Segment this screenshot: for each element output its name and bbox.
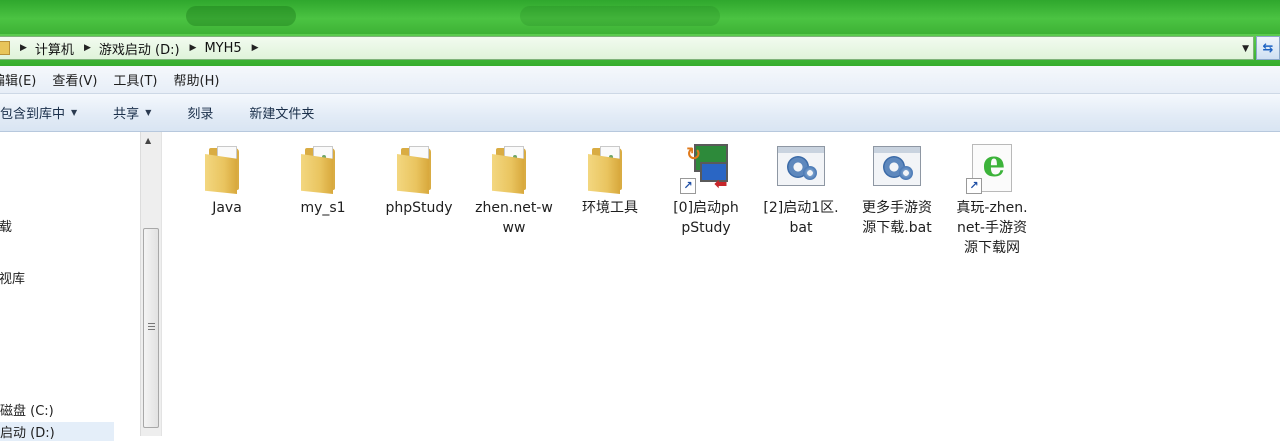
folder-icon [488,142,540,194]
folder-icon [0,41,10,55]
new-folder-button[interactable]: 新建文件夹 [249,103,314,122]
file-label: phpStudy [385,200,453,216]
file-item-start-zone1-bat[interactable]: [2]启动1区.bat [753,142,849,238]
nav-item-drive-d[interactable]: 游戏启动 (D:) [0,422,114,441]
scroll-up-icon[interactable]: ▲ [145,136,151,145]
chevron-down-icon: ▼ [71,108,78,117]
title-glow [520,6,720,26]
menu-view[interactable]: 查看(V) [46,70,103,89]
file-item-phpstudy[interactable]: phpStudy [371,142,467,218]
file-label: Java [212,200,242,216]
window-title-bar [0,0,1280,34]
file-item-java[interactable]: Java [179,142,275,218]
internet-shortcut-icon: e ↗ [966,142,1018,194]
command-bar: 包含到库中 ▼ 共享 ▼ 刻录 新建文件夹 [0,94,1280,132]
title-glow [186,6,296,26]
file-label: zhen.net-www [475,200,553,236]
menu-edit[interactable]: 编辑(E) [0,70,42,89]
nav-item-drive-c[interactable]: 本地磁盘 (C:) [0,400,54,419]
file-item-more-resources-bat[interactable]: 更多手游资源下载.bat [849,142,945,238]
chevron-right-icon[interactable]: ▶ [84,43,91,53]
breadcrumb-label: 游戏启动 (D:) [98,42,180,58]
chevron-right-icon[interactable]: ▶ [252,43,259,53]
menu-tools[interactable]: 工具(T) [107,70,163,89]
chevron-right-icon[interactable]: ▶ [20,43,27,53]
folder-icon [297,142,349,194]
nav-item-label: 本地磁盘 (C:) [0,404,54,419]
breadcrumb-drive-d[interactable]: ▶ 游戏启动 (D:) [74,39,180,58]
breadcrumb-computer[interactable]: ▶ 计算机 [16,39,74,58]
folder-icon [584,142,636,194]
folder-icon [201,142,253,194]
scroll-thumb[interactable] [143,228,159,428]
file-item-zhen-net-url[interactable]: e ↗ 真玩-zhen.net-手游资源下载网 [944,142,1040,258]
batch-file-icon [775,142,827,194]
file-item-start-phpstudy[interactable]: ↻ ⬅ ↗ [0]启动phpStudy [658,142,754,238]
include-in-library-label: 包含到库中 [0,107,66,122]
grip-line [148,329,155,330]
share-button[interactable]: 共享 ▼ [113,103,151,122]
file-item-my-s1[interactable]: my_s1 [275,142,371,218]
file-label: 更多手游资源下载.bat [862,200,932,236]
file-label: 真玩-zhen.net-手游资源下载网 [956,200,1028,256]
breadcrumb-label: 计算机 [34,42,74,58]
batch-file-icon [871,142,923,194]
chevron-right-icon[interactable]: ▶ [190,43,197,53]
address-bar[interactable]: ▶ 计算机 ▶ 游戏启动 (D:) ▶ MYH5 ▶ ▼ [0,36,1254,60]
refresh-icon: ⇆ [1262,40,1274,56]
grip-line [148,326,155,327]
chevron-down-icon: ▼ [145,108,152,117]
nav-item-label: 游戏启动 (D:) [0,426,55,441]
file-label: my_s1 [300,200,346,216]
breadcrumb-myh5[interactable]: ▶ MYH5 ▶ [180,41,267,56]
file-label: 环境工具 [582,200,638,216]
folder-icon [393,142,445,194]
shortcut-arrow-icon: ↗ [680,178,696,194]
burn-label: 刻录 [187,107,214,122]
phpstudy-shortcut-icon: ↻ ⬅ ↗ [680,142,732,194]
menu-bar: 编辑(E) 查看(V) 工具(T) 帮助(H) [0,66,1280,94]
menu-help[interactable]: 帮助(H) [168,70,226,89]
shortcut-arrow-icon: ↗ [966,178,982,194]
address-dropdown-icon[interactable]: ▼ [1242,44,1249,54]
include-in-library-button[interactable]: 包含到库中 ▼ [0,103,77,122]
navigation-pane: 下载 影视库 本地磁盘 (C:) 游戏启动 (D:) [0,132,140,441]
nav-item-downloads[interactable]: 下载 [0,216,12,235]
file-item-zhen-net-www[interactable]: zhen.net-www [466,142,562,238]
file-item-env-tools[interactable]: 环境工具 [562,142,658,218]
refresh-button[interactable]: ⇆ [1256,36,1280,60]
file-list: Java my_s1 phpStudy zhen.net-www 环境工具 ↻ ⬅… [162,132,1280,436]
share-label: 共享 [113,107,140,122]
file-label: [2]启动1区.bat [763,200,839,236]
burn-button[interactable]: 刻录 [187,103,213,122]
address-bar-area: ▶ 计算机 ▶ 游戏启动 (D:) ▶ MYH5 ▶ ▼ [0,34,1280,66]
new-folder-label: 新建文件夹 [249,107,315,122]
nav-item-video-library[interactable]: 影视库 [0,268,25,287]
nav-item-label: 影视库 [0,272,26,287]
nav-item-label: 下载 [0,220,13,235]
nav-scrollbar[interactable]: ▲ [140,132,162,436]
breadcrumb-label: MYH5 [204,40,242,56]
file-label: [0]启动phpStudy [673,200,739,236]
grip-line [148,323,155,324]
